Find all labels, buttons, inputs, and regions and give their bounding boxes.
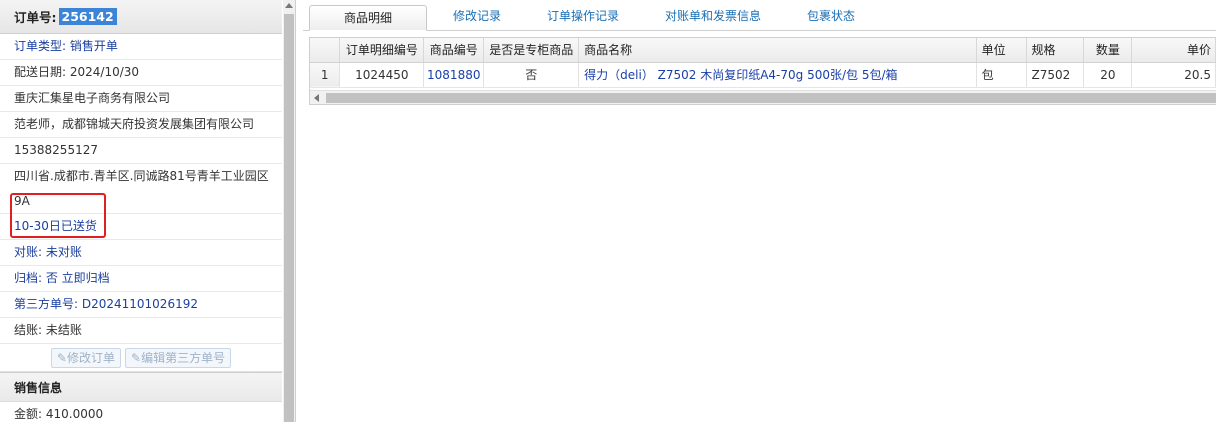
company-name: 重庆汇集星电子商务有限公司: [0, 86, 282, 112]
cell-unit: 包: [976, 62, 1027, 88]
edit-order-label: 修改订单: [66, 350, 115, 365]
order-info-panel: 订单号: 256142 订单类型: 销售开单 配送日期: 2024/10/30 …: [0, 0, 296, 422]
tab-package-status[interactable]: 包裹状态: [787, 4, 875, 30]
product-table: 订单明细编号 商品编号 是否是专柜商品 商品名称 单位 规格 数量 单价 1 1…: [310, 38, 1216, 88]
detail-panel: 商品明细 修改记录 订单操作记录 对账单和发票信息 包裹状态 订单明细编号 商品…: [303, 0, 1216, 422]
table-header-row: 订单明细编号 商品编号 是否是专柜商品 商品名称 单位 规格 数量 单价: [310, 38, 1216, 63]
left-scrollbar[interactable]: [283, 0, 295, 422]
settlement-status: 结账: 未结账: [0, 318, 282, 344]
order-actions: ✎修改订单 ✎编辑第三方单号: [0, 344, 282, 372]
order-number[interactable]: 256142: [58, 8, 117, 25]
cell-price: 20.5: [1131, 62, 1216, 88]
phone-number: 15388255127: [0, 138, 282, 164]
tab-order-operations[interactable]: 订单操作记录: [527, 4, 639, 30]
scroll-thumb[interactable]: [284, 14, 294, 422]
product-grid: 订单明细编号 商品编号 是否是专柜商品 商品名称 单位 规格 数量 单价 1 1…: [309, 37, 1216, 105]
cell-product-id[interactable]: 1081880: [423, 62, 485, 88]
reconcile-status[interactable]: 对账: 未对账: [0, 240, 282, 266]
cell-product-name[interactable]: 得力（deli） Z7502 木尚复印纸A4-70g 500张/包 5包/箱: [578, 62, 977, 88]
contact-info: 范老师，成都锦城天府投资发展集团有限公司: [0, 112, 282, 138]
header-quantity[interactable]: 数量: [1083, 38, 1133, 63]
edit-icon: ✎: [56, 350, 67, 365]
header-spec[interactable]: 规格: [1026, 38, 1085, 63]
header-product-name[interactable]: 商品名称: [578, 38, 977, 63]
archive-status[interactable]: 归档: 否 立即归档: [0, 266, 282, 292]
highlight-box: [10, 193, 106, 238]
table-row[interactable]: 1 1024450 1081880 否 得力（deli） Z7502 木尚复印纸…: [310, 62, 1216, 88]
header-price[interactable]: 单价: [1131, 38, 1216, 63]
edit-third-party-button[interactable]: ✎编辑第三方单号: [125, 347, 232, 368]
tab-product-details[interactable]: 商品明细: [309, 5, 427, 31]
third-party-number: 第三方单号: D20241101026192: [0, 292, 282, 318]
header-rownum: [310, 38, 341, 63]
cell-counter: 否: [483, 62, 580, 88]
row-number: 1: [310, 62, 341, 88]
horizontal-scrollbar[interactable]: [310, 90, 1216, 104]
edit-third-party-label: 编辑第三方单号: [141, 350, 226, 365]
app-root: 订单号: 256142 订单类型: 销售开单 配送日期: 2024/10/30 …: [0, 0, 1216, 422]
scroll-up-icon[interactable]: [285, 3, 293, 8]
hscroll-thumb[interactable]: [326, 93, 1216, 103]
order-type: 订单类型: 销售开单: [0, 34, 282, 60]
header-product-id[interactable]: 商品编号: [423, 38, 485, 63]
tab-bar: 商品明细 修改记录 订单操作记录 对账单和发票信息 包裹状态: [303, 0, 1216, 31]
sales-info-header: 销售信息: [0, 372, 282, 402]
header-detail-id[interactable]: 订单明细编号: [339, 38, 425, 63]
cell-quantity: 20: [1083, 62, 1133, 88]
tab-edit-history[interactable]: 修改记录: [433, 4, 521, 30]
header-unit[interactable]: 单位: [976, 38, 1027, 63]
tab-statements-invoices[interactable]: 对账单和发票信息: [645, 4, 781, 30]
header-counter[interactable]: 是否是专柜商品: [483, 38, 580, 63]
sales-amount: 金额: 410.0000: [0, 402, 282, 422]
delivery-date: 配送日期: 2024/10/30: [0, 60, 282, 86]
order-number-label: 订单号:: [14, 10, 57, 25]
cell-spec: Z7502: [1026, 62, 1085, 88]
edit-icon: ✎: [131, 350, 142, 365]
edit-order-button[interactable]: ✎修改订单: [50, 347, 121, 368]
scroll-left-icon[interactable]: [314, 94, 319, 102]
cell-detail-id: 1024450: [339, 62, 425, 88]
order-header: 订单号: 256142: [0, 0, 282, 34]
